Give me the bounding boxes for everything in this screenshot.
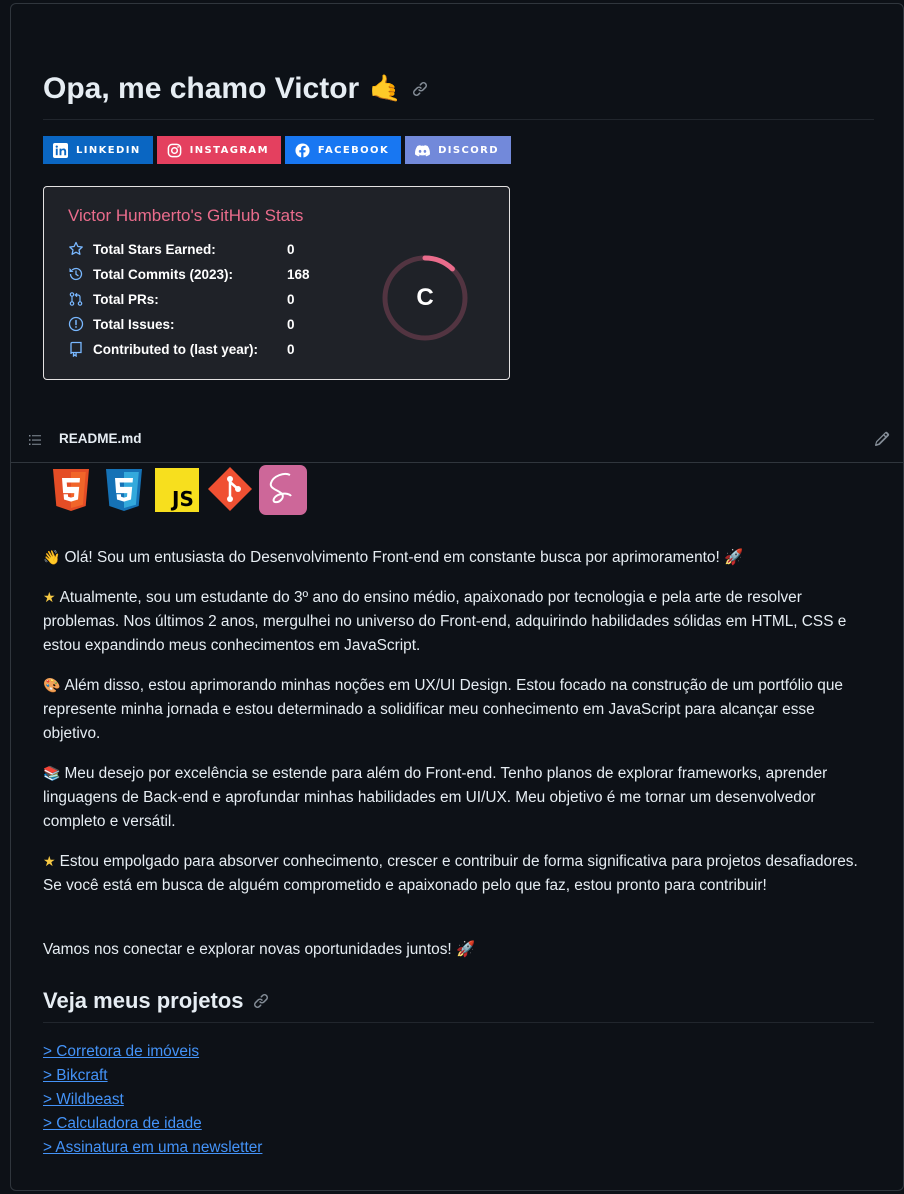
goals-paragraph: 📚 Meu desejo por excelência se estende pa… (43, 762, 873, 834)
instagram-badge[interactable]: INSTAGRAM (156, 136, 281, 164)
waving-hand-emoji: 👋 (43, 550, 61, 566)
stat-row-issues: Total Issues: 0 (68, 316, 295, 332)
projects-heading: Veja meus projetos (43, 988, 269, 1014)
stat-row-commits: Total Commits (2023): 168 (68, 266, 310, 282)
projects-heading-text: Veja meus projetos (43, 988, 244, 1013)
readme-header: README.md (10, 423, 904, 463)
facebook-badge[interactable]: FACEBOOK (284, 136, 402, 164)
rank-circle: C (380, 253, 470, 343)
stat-value: 0 (287, 316, 295, 332)
paragraph-text: Meu desejo por excelência se estende par… (43, 765, 828, 830)
stat-row-prs: Total PRs: 0 (68, 291, 295, 307)
badge-label: INSTAGRAM (189, 144, 269, 156)
svg-text:JS: JS (170, 487, 194, 511)
issue-icon (68, 316, 84, 332)
social-badges: LINKEDIN INSTAGRAM FACEBOOK DISCORD (43, 136, 511, 164)
stat-label: Total Commits (2023): (93, 266, 234, 282)
stat-row-contributed: Contributed to (last year): 0 (68, 341, 295, 357)
stats-title: Victor Humberto's GitHub Stats (68, 206, 304, 225)
git-icon (208, 467, 252, 511)
badge-label: LINKEDIN (76, 144, 141, 156)
discord-icon (415, 144, 431, 156)
connect-paragraph: Vamos nos conectar e explorar novas opor… (43, 938, 873, 962)
stat-label: Total PRs: (93, 291, 159, 307)
title-divider (43, 119, 874, 120)
linkedin-icon (53, 142, 68, 158)
stat-row-stars: Total Stars Earned: 0 (68, 241, 295, 257)
design-paragraph: 🎨 Além disso, estou aprimorando minhas no… (43, 674, 873, 746)
paragraph-text: Além disso, estou aprimorando minhas noç… (43, 677, 843, 742)
discord-badge[interactable]: DISCORD (405, 136, 511, 164)
projects-list: > Corretora de imóveis > Bikcraft > Wild… (43, 1040, 262, 1160)
excited-paragraph: ★ Estou empolgado para absorver conhecime… (43, 850, 873, 898)
stat-label: Total Stars Earned: (93, 241, 216, 257)
stat-label: Total Issues: (93, 316, 175, 332)
intro-paragraph: 👋 Olá! Sou um entusiasta do Desenvolvimen… (43, 546, 873, 570)
anchor-link-icon[interactable] (412, 81, 428, 97)
repo-icon (70, 341, 82, 357)
javascript-icon: JS (155, 468, 199, 512)
project-link-calculadora[interactable]: > Calculadora de idade (43, 1112, 262, 1136)
anchor-link-icon[interactable] (253, 993, 269, 1009)
facebook-icon (295, 142, 310, 158)
stat-value: 0 (287, 241, 295, 257)
list-icon[interactable] (27, 432, 43, 448)
sass-icon (259, 465, 307, 515)
badge-label: FACEBOOK (317, 144, 390, 156)
projects-divider (43, 1022, 874, 1023)
page-title: Opa, me chamo Victor 🤙 (43, 72, 428, 106)
star-emoji: ★ (43, 854, 56, 870)
call-me-hand-emoji: 🤙 (369, 74, 402, 104)
readme-filename[interactable]: README.md (59, 431, 142, 446)
css3-icon (106, 469, 142, 511)
paragraph-text: Atualmente, sou um estudante do 3º ano d… (43, 589, 847, 654)
palette-emoji: 🎨 (43, 678, 61, 694)
project-link-corretora[interactable]: > Corretora de imóveis (43, 1040, 262, 1064)
paragraph-text: Vamos nos conectar e explorar novas opor… (43, 941, 476, 958)
history-icon (69, 267, 83, 281)
stat-value: 0 (287, 341, 295, 357)
stat-label: Contributed to (last year): (93, 341, 259, 357)
project-link-newsletter[interactable]: > Assinatura em uma newsletter (43, 1136, 262, 1160)
books-emoji: 📚 (43, 766, 61, 782)
badge-label: DISCORD (438, 144, 499, 156)
pull-request-icon (69, 292, 83, 306)
title-text: Opa, me chamo Victor (43, 72, 360, 105)
paragraph-text: Estou empolgado para absorver conhecimen… (43, 853, 858, 894)
instagram-icon (167, 143, 181, 157)
github-stats-card[interactable]: Victor Humberto's GitHub Stats Total Sta… (43, 186, 510, 380)
project-link-bikcraft[interactable]: > Bikcraft (43, 1064, 262, 1088)
student-paragraph: ★ Atualmente, sou um estudante do 3º ano … (43, 586, 873, 658)
html5-icon (53, 469, 89, 511)
pencil-icon[interactable] (874, 431, 890, 447)
star-icon (69, 241, 83, 255)
linkedin-badge[interactable]: LINKEDIN (43, 136, 153, 164)
stat-value: 168 (287, 266, 310, 282)
tech-icons-row: JS (47, 465, 307, 515)
stat-value: 0 (287, 291, 295, 307)
rank-letter: C (416, 284, 434, 311)
project-link-wildbeast[interactable]: > Wildbeast (43, 1088, 262, 1112)
paragraph-text: Olá! Sou um entusiasta do Desenvolviment… (64, 549, 744, 566)
star-emoji: ★ (43, 590, 56, 606)
